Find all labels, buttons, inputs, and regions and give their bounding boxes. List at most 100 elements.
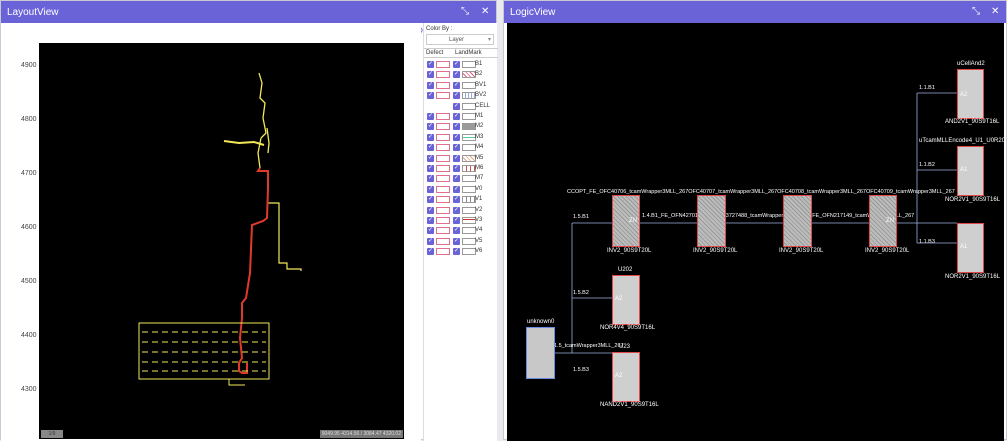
layer-name: B2 [475,71,483,78]
layer-row: ✓ ✓ B2 [424,70,498,81]
landmark-checkbox[interactable]: ✓ [453,133,460,141]
gate-title: uTcamMLLEncode4_U1_U0R20 [919,138,1006,144]
defect-swatch [436,154,450,162]
logic-view-titlebar: LogicView ⤡ ✕ [504,1,1006,23]
landmark-checkbox[interactable]: ✓ [453,92,460,100]
landmark-checkbox[interactable]: ✓ [453,175,460,183]
nor2-gate[interactable]: A1 [957,146,984,196]
color-by-label: Color By : [426,26,453,32]
defect-checkbox[interactable]: ✓ [427,61,434,68]
yellow-trace [223,140,265,146]
layer-row: ✓ ✓ B1 [424,60,498,71]
landmark-checkbox[interactable]: ✓ [453,227,460,235]
fullscreen-icon[interactable]: ⤡ [461,6,469,18]
nor4-gate[interactable]: A2 [612,275,640,325]
layer-name: V4 [475,227,483,234]
defect-swatch [436,196,450,204]
landmark-swatch [462,61,476,68]
defect-checkbox[interactable]: ✓ [427,81,434,89]
wire-label: 1.5.B3 [573,367,589,373]
defect-checkbox[interactable]: ✓ [427,206,434,214]
defect-checkbox[interactable]: ✓ [427,92,434,100]
landmark-checkbox[interactable]: ✓ [453,206,460,214]
landmark-swatch [462,206,476,214]
landmark-checkbox[interactable]: ✓ [453,237,460,245]
nand-gate[interactable]: A2 [612,352,640,402]
defect-checkbox[interactable]: ✓ [427,144,434,152]
defect-swatch [436,165,450,172]
layout-canvas[interactable]: 1/9 9049.95 4314.56 / 3084.47 4320.02 [39,43,404,439]
landmark-checkbox[interactable]: ✓ [453,165,460,172]
wire-label: 1.1.B1 [919,85,935,91]
and2-gate[interactable]: A2 [957,69,984,119]
inv-gate[interactable] [783,195,812,247]
gate-name: INV2_90S9T20L [693,248,738,254]
defect-checkbox[interactable]: ✓ [427,248,434,256]
defect-checkbox[interactable]: ✓ [427,133,434,141]
layer-row: ✓ ✓ M1 [424,112,498,123]
landmark-checkbox[interactable]: ✓ [453,71,460,79]
layer-row: ✓ ✓ BV2 [424,91,498,102]
fullscreen-icon[interactable]: ⤡ [972,6,980,18]
logic-canvas[interactable]: CCOPT_FE_OFC40706_tcamWrapper3MLL_267OFC… [507,23,1006,441]
landmark-checkbox[interactable]: ✓ [453,185,460,193]
pin-label: A1 [960,244,968,250]
defect-checkbox[interactable]: ✓ [427,113,434,120]
landmark-checkbox[interactable]: ✓ [453,217,460,224]
gate-title: U202 [618,267,633,273]
defect-checkbox[interactable]: ✓ [427,185,434,193]
landmark-swatch [462,248,476,256]
layer-row: ✓ ✓ V6 [424,247,498,258]
inv-gate[interactable]: ZN [612,195,640,247]
landmark-checkbox[interactable]: ✓ [453,61,460,68]
landmark-checkbox[interactable]: ✓ [453,102,460,110]
landmark-checkbox[interactable]: ✓ [453,196,460,204]
defect-swatch [436,248,450,256]
page-indicator: 1/9 [41,430,63,438]
y-tick: 4400 [21,332,37,339]
yellow-trace [268,202,302,271]
gate-name: INV2_90S9T20L [779,248,824,254]
defect-checkbox[interactable]: ✓ [427,217,434,224]
defect-checkbox[interactable]: ✓ [427,237,434,245]
color-by-select[interactable]: Layer ▾ [426,34,494,45]
coordinate-readout: 9049.95 4314.56 / 3084.47 4320.02 [319,430,403,438]
defect-checkbox[interactable]: ✓ [427,123,434,131]
defect-checkbox[interactable]: ✓ [427,154,434,162]
landmark-checkbox[interactable]: ✓ [453,81,460,89]
layout-view-title: LayoutView [7,6,59,18]
defect-swatch [436,81,450,89]
landmark-checkbox[interactable]: ✓ [453,248,460,256]
nor2-gate[interactable]: A1 [957,223,984,273]
landmark-checkbox[interactable]: ✓ [453,123,460,131]
defect-checkbox[interactable]: ✓ [427,165,434,172]
pin-label: ZN [886,218,894,224]
gate-name: NOR2V1_90S9T16L [945,274,1001,280]
unknown-block[interactable] [526,327,555,379]
landmark-swatch [462,81,476,89]
layer-row: ✓ ✓ V4 [424,226,498,237]
landmark-swatch [462,165,476,172]
landmark-checkbox[interactable]: ✓ [453,154,460,162]
defect-checkbox[interactable]: ✓ [427,196,434,204]
gate-name: NAND2V1_90S9T16L [600,402,659,408]
inv-gate[interactable] [697,195,726,247]
gate-name: INV2_90S9T20L [607,248,652,254]
inv-gate[interactable]: ZN [869,195,897,247]
defect-checkbox[interactable]: ✓ [427,71,434,79]
layer-row: ✓ ✓ M4 [424,143,498,154]
defect-swatch [436,227,450,235]
close-icon[interactable]: ✕ [991,6,999,18]
layer-name: M1 [475,113,484,119]
close-icon[interactable]: ✕ [481,6,489,18]
landmark-checkbox[interactable]: ✓ [453,113,460,120]
layout-view-titlebar: LayoutView ⤡ ✕ [1,1,496,23]
landmark-swatch [462,133,476,141]
defect-checkbox[interactable]: ✓ [427,227,434,235]
defect-swatch [436,133,450,141]
landmark-checkbox[interactable]: ✓ [453,144,460,152]
defect-checkbox[interactable]: ✓ [427,175,434,183]
y-tick: 4500 [21,278,37,285]
gate-title: U23 [619,344,631,350]
defect-swatch [436,71,450,79]
